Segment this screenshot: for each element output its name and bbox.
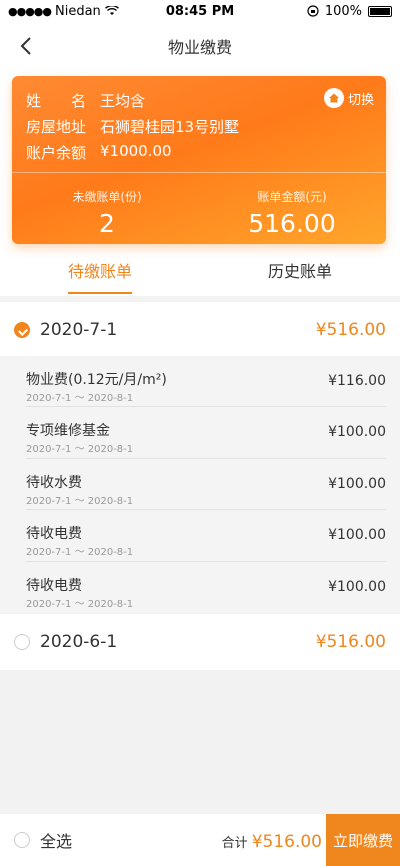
back-button[interactable] — [14, 34, 38, 58]
bill-group-header[interactable]: 2020-6-1 ¥516.00 — [0, 614, 400, 670]
bill-tabs: 待缴账单 历史账单 — [0, 258, 400, 294]
item-range: 2020-7-1 ～ 2020-8-1 — [26, 393, 134, 404]
select-all-checkbox[interactable] — [14, 832, 30, 848]
item-range: 2020-7-1 ～ 2020-8-1 — [26, 495, 134, 507]
total-amount: ¥516.00 — [251, 832, 322, 852]
item-amount: ¥100.00 — [328, 527, 386, 544]
status-bar: ●●●●● Niedan 08:45 PM 100% — [0, 0, 400, 22]
balance-row: 账户余额 ¥1000.00 — [26, 142, 172, 163]
item-amount: ¥116.00 — [328, 373, 386, 389]
house-address: 石狮碧桂园13号别墅 — [100, 118, 240, 136]
list-item: 待收水费 2020-7-1 ～ 2020-8-1 ¥100.00 — [26, 459, 386, 511]
chevron-left-icon — [20, 37, 31, 55]
battery-percent: 100% — [324, 3, 362, 19]
select-all-label[interactable]: 全选 — [40, 828, 72, 852]
address-label: 房屋地址 — [26, 118, 87, 136]
switch-button[interactable]: 切换 — [323, 88, 374, 108]
account-card: 姓 名 王均含 房屋地址 石狮碧桂园13号别墅 账户余额 ¥1000.00 切换… — [12, 76, 386, 244]
bill-group-date: 2020-6-1 — [40, 632, 118, 652]
page-title: 物业缴费 — [167, 38, 232, 57]
amount-stat: 账单金额(元) 516.00 — [232, 188, 352, 238]
amount-label: 账单金额(元) — [257, 190, 327, 204]
name-label: 姓 名 — [26, 92, 87, 110]
item-name: 待收水费 — [26, 474, 82, 491]
item-amount: ¥100.00 — [328, 475, 386, 492]
item-name: 待收电费 — [26, 526, 82, 543]
signal-icon: ●●●●● — [8, 4, 52, 18]
bill-group-amount: ¥516.00 — [315, 320, 386, 340]
wifi-icon — [104, 6, 119, 15]
list-item: 物业费(0.12元/月/m²) 2020-7-1 ～ 2020-8-1 ¥116… — [26, 356, 386, 408]
item-name: 专项维修基金 — [26, 423, 110, 440]
item-amount: ¥100.00 — [328, 424, 386, 441]
switch-label: 切换 — [347, 92, 374, 108]
list-item: 待收电费 2020-7-1 ～ 2020-8-1 ¥100.00 — [26, 562, 386, 613]
unpaid-stat: 未缴账单(份) 2 — [52, 188, 162, 238]
item-name: 待收电费 — [26, 577, 82, 594]
status-left: ●●●●● Niedan — [8, 4, 119, 19]
balance-label: 账户余额 — [26, 144, 87, 162]
bill-group-header[interactable]: 2020-7-1 ¥516.00 — [0, 302, 400, 358]
list-item: 待收电费 2020-7-1 ～ 2020-8-1 ¥100.00 — [26, 510, 386, 562]
account-balance: ¥1000.00 — [100, 142, 172, 160]
item-amount: ¥100.00 — [328, 578, 386, 595]
total-area: 合计 ¥516.00 — [222, 832, 322, 852]
item-range: 2020-7-1 ～ 2020-8-1 — [26, 598, 134, 610]
orientation-lock-icon — [307, 5, 319, 17]
nav-bar: 物业缴费 — [0, 22, 400, 70]
bill-group-amount: ¥516.00 — [315, 632, 386, 652]
unpaid-label: 未缴账单(份) — [72, 190, 142, 204]
address-row: 房屋地址 石狮碧桂园13号别墅 — [26, 116, 239, 137]
total-label: 合计 — [221, 836, 248, 851]
carrier-name: Niedan — [55, 3, 101, 19]
card-divider — [12, 172, 386, 173]
tab-history[interactable]: 历史账单 — [200, 258, 400, 294]
bill-group-date: 2020-7-1 — [40, 320, 118, 340]
tab-pending[interactable]: 待缴账单 — [0, 258, 200, 294]
tab-pending-label: 待缴账单 — [67, 262, 132, 281]
resident-name: 王均含 — [100, 92, 146, 110]
bill-amount: 516.00 — [248, 209, 336, 238]
bottom-bar: 全选 合计 ¥516.00 立即缴费 — [0, 814, 400, 866]
checkbox-checked-icon[interactable] — [14, 322, 30, 338]
list-item: 专项维修基金 2020-7-1 ～ 2020-8-1 ¥100.00 — [26, 407, 386, 459]
tab-history-label: 历史账单 — [267, 262, 332, 281]
pay-button[interactable]: 立即缴费 — [326, 814, 400, 866]
tab-active-indicator — [68, 292, 132, 294]
item-range: 2020-7-1 ～ 2020-8-1 — [26, 547, 134, 559]
name-row: 姓 名 王均含 — [26, 90, 145, 111]
item-range: 2020-7-1 ～ 2020-8-1 — [26, 444, 134, 456]
item-name: 物业费(0.12元/月/m²) — [26, 372, 167, 388]
status-right: 100% — [307, 4, 392, 19]
house-icon — [323, 88, 344, 108]
unpaid-count: 2 — [99, 209, 115, 238]
checkbox-unchecked-icon[interactable] — [14, 634, 30, 650]
battery-icon — [368, 5, 392, 17]
bill-items-list: 物业费(0.12元/月/m²) 2020-7-1 ～ 2020-8-1 ¥116… — [0, 356, 400, 613]
